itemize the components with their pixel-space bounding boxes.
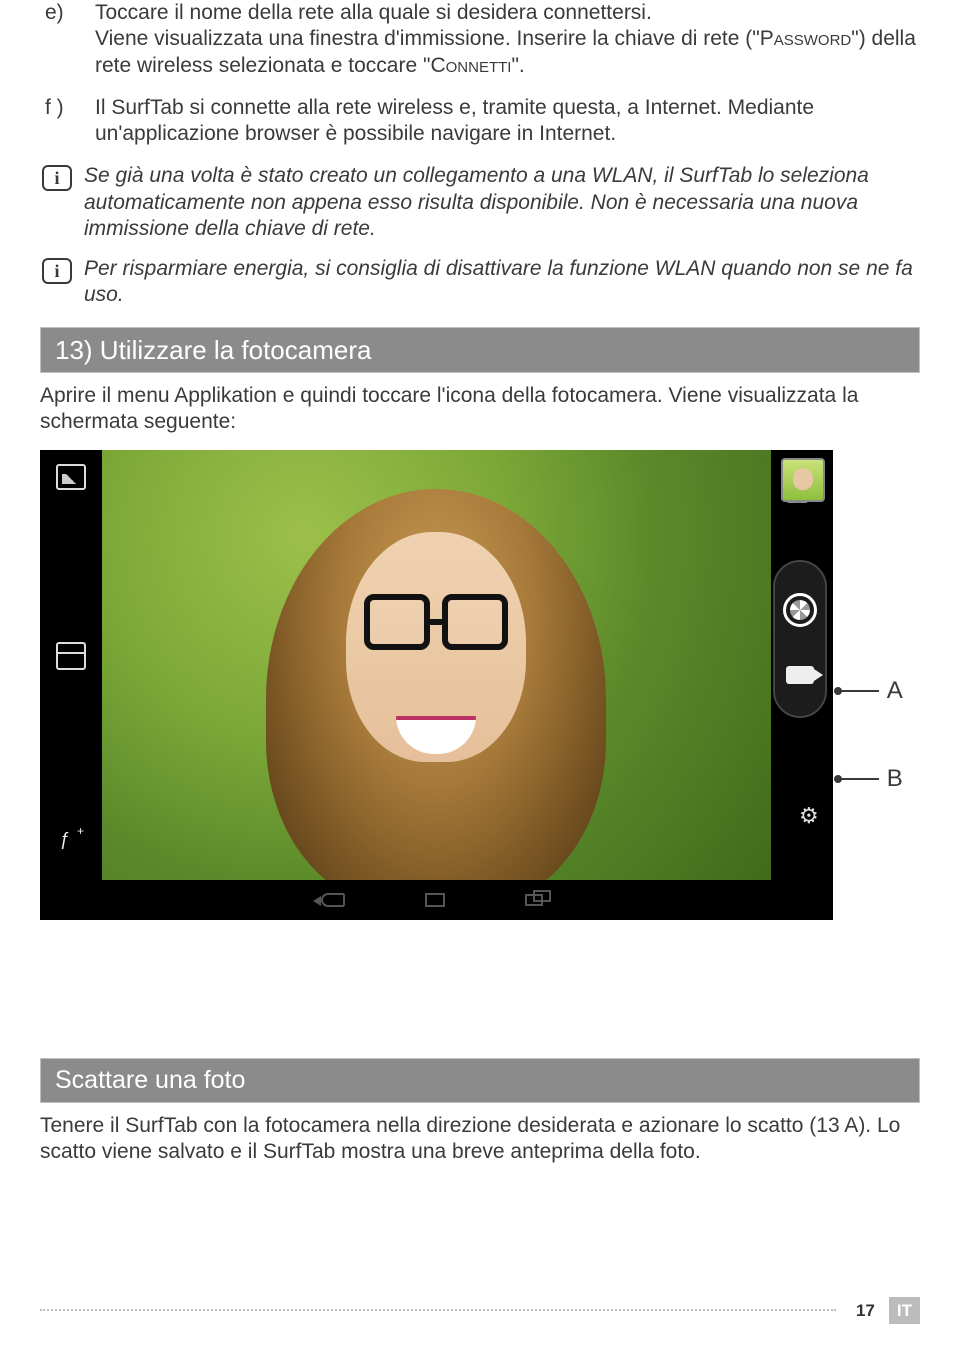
info-icon-glyph: i xyxy=(42,258,72,284)
info-note-2: i Per risparmiare energia, si consiglia … xyxy=(40,256,920,309)
step-e-letter: e) xyxy=(40,0,95,79)
shutter-button[interactable] xyxy=(783,593,817,627)
last-photo-thumbnail[interactable] xyxy=(781,458,825,502)
callout-column: A B xyxy=(833,450,920,920)
section-shot-body: Tenere il SurfTab con la fotocamera nell… xyxy=(40,1113,920,1166)
connetti-label: Connetti xyxy=(430,54,511,77)
callout-a-leader xyxy=(839,690,879,692)
info-text-1: Se già una volta è stato creato un colle… xyxy=(84,163,920,242)
language-badge: IT xyxy=(889,1297,920,1324)
camera-live-preview xyxy=(102,450,771,880)
callout-a-label: A xyxy=(887,676,903,706)
camera-screenshot: ƒ ⟳📷 ⚙ A xyxy=(40,450,920,920)
photo-lens-right xyxy=(442,594,508,650)
photo-glasses xyxy=(364,594,508,650)
nav-recent-icon[interactable] xyxy=(525,894,551,906)
settings-icon[interactable]: ⚙ xyxy=(799,802,819,830)
info-text-2: Per risparmiare energia, si consiglia di… xyxy=(84,256,920,309)
password-label: Password xyxy=(760,27,852,50)
step-f: f ) Il SurfTab si connette alla rete wir… xyxy=(40,95,920,148)
step-e-line1: Toccare il nome della rete alla quale si… xyxy=(95,1,652,24)
video-record-button[interactable] xyxy=(786,666,814,684)
info-note-1: i Se già una volta è stato creato un col… xyxy=(40,163,920,242)
step-e-body: Toccare il nome della rete alla quale si… xyxy=(95,0,920,79)
camera-left-bar: ƒ xyxy=(40,450,102,880)
callout-b-leader xyxy=(839,778,879,780)
flash-icon[interactable]: ƒ xyxy=(60,828,82,856)
step-e-line2a: Viene visualizzata una finestra d'immiss… xyxy=(95,27,760,50)
footer-dots xyxy=(40,1309,836,1311)
page-footer: 17 IT xyxy=(40,1297,920,1324)
step-f-body: Il SurfTab si connette alla rete wireles… xyxy=(95,95,920,148)
page-number: 17 xyxy=(848,1297,883,1324)
section-13-heading: 13) Utilizzare la fotocamera xyxy=(40,327,920,374)
mode-slider-icon[interactable] xyxy=(56,642,86,670)
camera-viewport: ƒ ⟳📷 ⚙ xyxy=(40,450,833,920)
section-13-body: Aprire il menu Applikation e quindi tocc… xyxy=(40,383,920,436)
nav-back-icon[interactable] xyxy=(321,893,345,907)
android-nav-bar xyxy=(40,880,833,920)
info-icon: i xyxy=(40,256,84,309)
camera-right-bar: ⟳📷 ⚙ xyxy=(771,450,833,880)
capture-capsule xyxy=(773,560,827,718)
callout-b: B xyxy=(839,764,920,794)
callout-b-label: B xyxy=(887,764,903,794)
section-shot-heading: Scattare una foto xyxy=(40,1058,920,1103)
step-e: e) Toccare il nome della rete alla quale… xyxy=(40,0,920,79)
info-icon: i xyxy=(40,163,84,242)
photo-lens-left xyxy=(364,594,430,650)
gallery-icon[interactable] xyxy=(56,464,86,490)
info-icon-glyph: i xyxy=(42,165,72,191)
step-f-letter: f ) xyxy=(40,95,95,148)
nav-home-icon[interactable] xyxy=(425,893,445,907)
step-e-line2c: ". xyxy=(511,54,524,77)
callout-a: A xyxy=(839,676,920,706)
